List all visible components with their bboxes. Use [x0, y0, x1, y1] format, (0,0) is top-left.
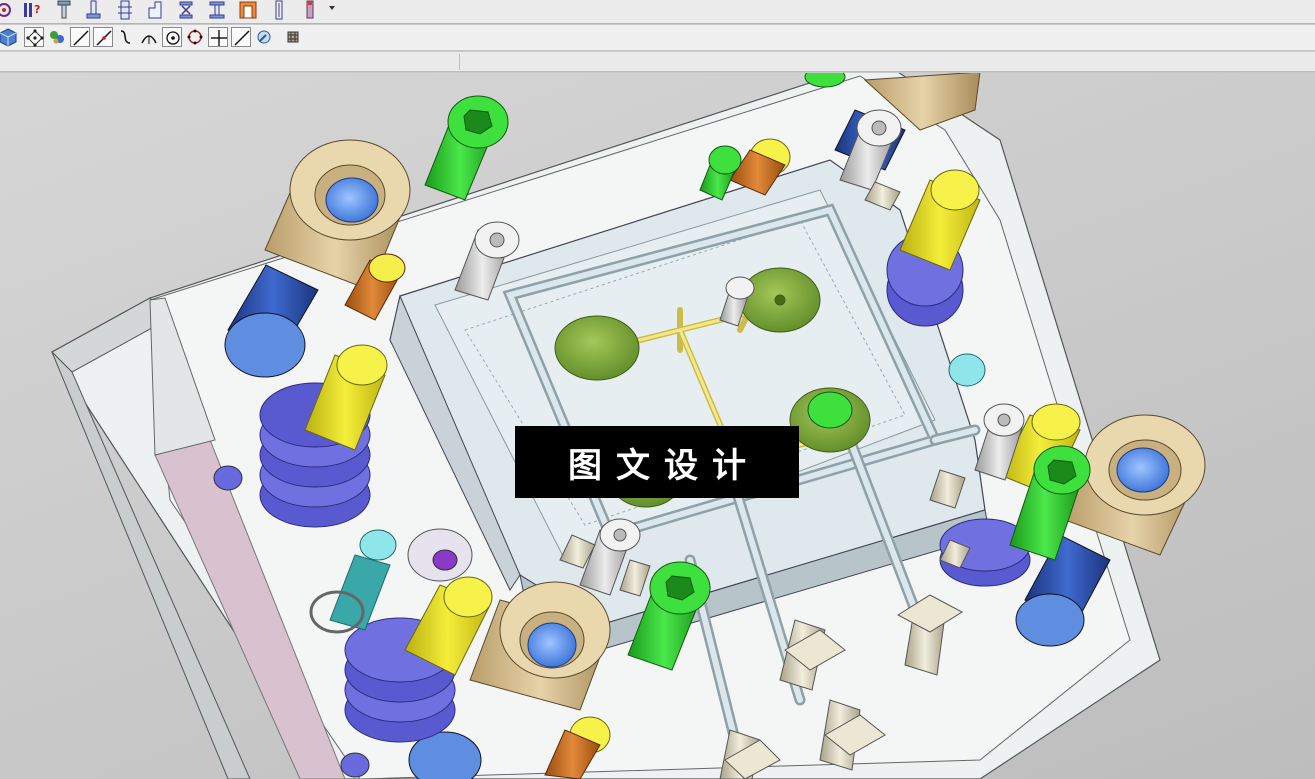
ejector-pin-icon[interactable]: [54, 0, 74, 20]
graphics-viewport[interactable]: 图文设计: [0, 73, 1315, 779]
view-icon[interactable]: [0, 0, 14, 20]
transform-icon[interactable]: [47, 27, 67, 47]
status-strip: [0, 52, 1315, 72]
lifter-icon[interactable]: [176, 0, 196, 20]
pin-icon[interactable]: [300, 0, 320, 20]
snap-points-icon[interactable]: [24, 27, 44, 47]
query-icon[interactable]: [254, 27, 274, 47]
strip-divider: [459, 54, 460, 70]
spline-icon[interactable]: [116, 27, 136, 47]
grid-icon[interactable]: [283, 27, 303, 47]
help-icon[interactable]: ?: [22, 0, 42, 20]
svg-text:?: ?: [34, 3, 40, 16]
slider-icon[interactable]: [145, 0, 165, 20]
diagonal-line-icon[interactable]: [231, 27, 251, 47]
slash-line-icon[interactable]: [93, 27, 113, 47]
screw-icon[interactable]: [269, 0, 289, 20]
utility-toolbar: [0, 25, 1315, 51]
sprue-bushing-icon[interactable]: [84, 0, 104, 20]
solid-cube-icon[interactable]: [0, 27, 18, 47]
cavity-insert-icon[interactable]: [238, 0, 258, 20]
standard-part-icon[interactable]: [207, 0, 227, 20]
locating-ring-icon[interactable]: [115, 0, 135, 20]
mold-wizard-toolbar: ?: [0, 0, 1315, 24]
point-cross-icon[interactable]: [208, 27, 228, 47]
line-icon[interactable]: [70, 27, 90, 47]
circle-center-icon[interactable]: [162, 27, 182, 47]
arc-icon[interactable]: [139, 27, 159, 47]
toolbar-overflow-icon[interactable]: [329, 6, 335, 10]
watermark-label: 图文设计: [515, 426, 799, 498]
circle-icon[interactable]: [185, 27, 205, 47]
